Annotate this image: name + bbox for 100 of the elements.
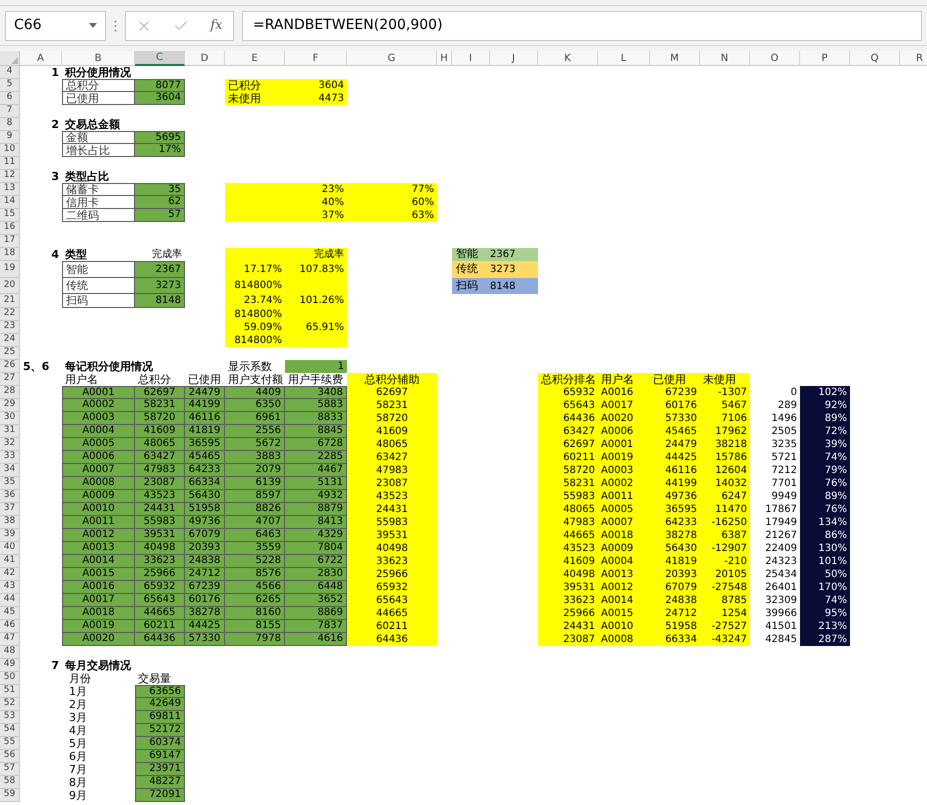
section-title: 类型占比 [64,170,110,183]
row-header[interactable]: 21 [0,294,20,308]
formula-field[interactable]: =RANDBETWEEN(200,900) [242,10,922,40]
column-header[interactable]: L [598,51,650,66]
row-header[interactable]: 7 [0,105,20,118]
column-header[interactable]: M [650,51,700,66]
more-options-icon[interactable] [114,20,117,32]
insert-function-button[interactable]: fx [210,16,222,36]
table-cell: A0012 [62,529,135,542]
row-header[interactable]: 54 [0,724,20,737]
row-header[interactable]: 14 [0,196,20,209]
select-all-corner[interactable] [0,51,20,66]
row-header[interactable]: 51 [0,685,20,698]
column-header[interactable]: A [20,51,62,66]
column-header[interactable]: R [900,51,927,66]
row-header[interactable]: 23 [0,321,20,334]
row-header[interactable]: 22 [0,308,20,321]
row-header[interactable]: 33 [0,451,20,464]
table-cell-text: 7月 [68,763,88,776]
column-header[interactable]: B [62,51,135,66]
table-cell-text: 63% [410,209,435,222]
table-cell: 4467 [285,464,347,477]
column-header[interactable]: J [490,51,538,66]
column-header[interactable]: O [750,51,800,66]
row-header[interactable]: 49 [0,659,20,672]
table-cell-text: 24712 [664,607,698,620]
table-cell-text: A0007 [600,516,634,529]
row-header[interactable]: 59 [0,789,20,802]
row-header[interactable]: 37 [0,503,20,516]
section-number: 4 [50,248,60,261]
name-box[interactable]: C66 [5,10,106,40]
column-header[interactable]: I [452,51,490,66]
row-header[interactable]: 26 [0,360,20,373]
row-header[interactable]: 43 [0,581,20,594]
table-cell-text: 41609 [562,555,596,568]
row-header[interactable]: 25 [0,347,20,360]
row-header[interactable]: 57 [0,763,20,776]
row-header[interactable]: 12 [0,170,20,183]
row-header[interactable]: 34 [0,464,20,477]
table-cell: 8833 [285,412,347,425]
row-header[interactable]: 13 [0,183,20,196]
row-header[interactable]: 39 [0,529,20,542]
row-header[interactable]: 45 [0,607,20,620]
row-header[interactable]: 53 [0,711,20,724]
column-header[interactable]: F [285,51,347,66]
table-cell-text: A0014 [600,594,634,607]
row-header[interactable]: 32 [0,438,20,451]
row-header[interactable]: 44 [0,594,20,607]
row-header[interactable]: 42 [0,568,20,581]
row-header[interactable]: 4 [0,66,20,79]
row-header[interactable]: 5 [0,79,20,92]
row-header[interactable]: 58 [0,776,20,789]
column-header[interactable]: E [225,51,285,66]
row-header[interactable]: 30 [0,412,20,425]
column-header[interactable]: N [700,51,750,66]
section-number: 3 [50,170,60,183]
row-header[interactable]: 36 [0,490,20,503]
row-header[interactable]: 35 [0,477,20,490]
table-cell-text: 66334 [664,633,698,646]
row-header[interactable]: 56 [0,750,20,763]
row-header[interactable]: 27 [0,373,20,386]
row-header[interactable]: 40 [0,542,20,555]
row-header[interactable]: 41 [0,555,20,568]
row-header[interactable]: 31 [0,425,20,438]
row-header[interactable]: 15 [0,209,20,222]
table-cell: 6961 [225,412,285,425]
table-cell-text: 814800% [233,308,283,321]
row-header[interactable]: 28 [0,386,20,399]
column-header[interactable]: P [800,51,850,66]
row-header[interactable]: 10 [0,144,20,157]
row-header[interactable]: 18 [0,248,20,261]
row-header[interactable]: 52 [0,698,20,711]
row-header[interactable]: 16 [0,222,20,235]
column-header[interactable]: Q [850,51,900,66]
row-header[interactable]: 19 [0,261,20,278]
row-header[interactable]: 11 [0,157,20,170]
column-header[interactable]: G [347,51,437,66]
row-header[interactable]: 55 [0,737,20,750]
row-header[interactable]: 47 [0,633,20,646]
table-cell-text: 43523 [562,542,596,555]
row-header[interactable]: 46 [0,620,20,633]
table-cell-text: -210 [723,555,748,568]
column-header[interactable]: D [185,51,225,66]
row-header[interactable]: 50 [0,672,20,685]
row-header[interactable]: 9 [0,131,20,144]
row-header[interactable]: 48 [0,646,20,659]
row-header[interactable]: 8 [0,118,20,131]
row-header[interactable]: 6 [0,92,20,105]
row-header[interactable]: 24 [0,334,20,347]
table-cell: 60374 [135,737,185,750]
row-header[interactable]: 29 [0,399,20,412]
row-header[interactable]: 17 [0,235,20,248]
table-cell: 23087 [135,477,185,490]
column-header[interactable]: K [538,51,598,66]
table-cell-text: A0003 [600,464,634,477]
column-header[interactable]: C [135,51,185,66]
table-cell: A0017 [62,594,135,607]
column-header[interactable]: H [437,51,452,66]
row-header[interactable]: 20 [0,278,20,294]
row-header[interactable]: 38 [0,516,20,529]
